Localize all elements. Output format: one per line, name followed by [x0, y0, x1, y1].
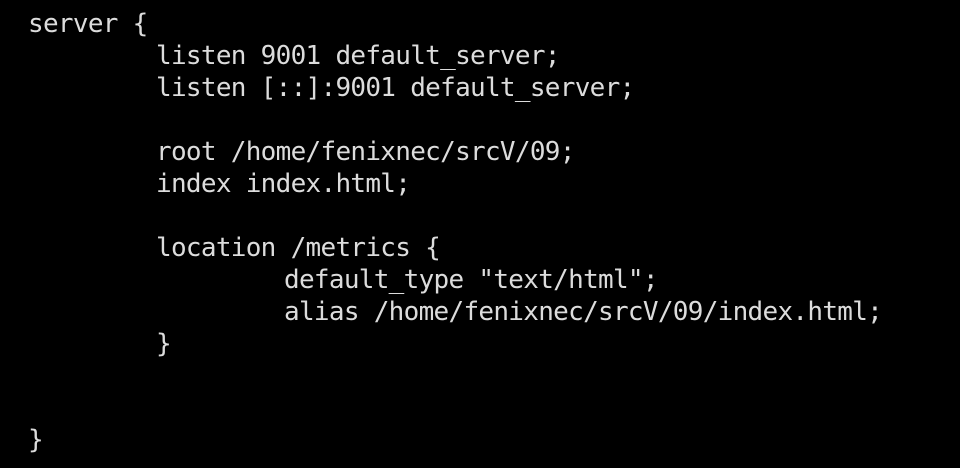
- code-line-default-type: default_type "text/html";: [284, 265, 659, 295]
- code-line-root: root /home/fenixnec/srcV/09;: [156, 137, 575, 167]
- code-line-location-open: location /metrics {: [156, 233, 441, 263]
- terminal-window[interactable]: server { listen 9001 default_server; lis…: [0, 0, 960, 468]
- code-line-listen-ipv4: listen 9001 default_server;: [156, 41, 560, 71]
- code-line-index: index index.html;: [156, 169, 411, 199]
- code-line-listen-ipv6: listen [::]:9001 default_server;: [156, 73, 635, 103]
- code-line-alias: alias /home/fenixnec/srcV/09/index.html;: [284, 297, 883, 327]
- code-line-server-close: }: [28, 425, 44, 455]
- code-line-location-close: }: [156, 329, 172, 359]
- code-line-server-open: server {: [28, 9, 148, 39]
